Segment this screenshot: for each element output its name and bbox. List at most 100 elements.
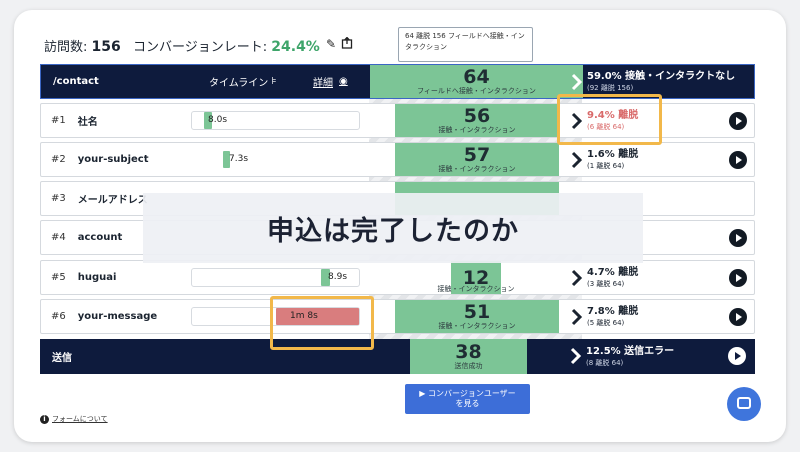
field-count-block: 51 接触・インタラクション	[395, 300, 559, 333]
play-icon[interactable]	[728, 347, 746, 365]
field-count: 57	[463, 144, 491, 166]
field-name: account	[77, 232, 123, 243]
timeline-track: 8.0s	[191, 111, 360, 130]
timeline-time: 8.9s	[328, 272, 348, 282]
play-circle-icon: ▶	[419, 389, 428, 398]
field-name: huguai	[77, 272, 117, 283]
field-index: #4	[51, 232, 66, 243]
submit-count: 38	[455, 341, 482, 363]
field-count-label: 接触・インタラクション	[438, 126, 516, 134]
field-index: #6	[51, 311, 66, 322]
play-icon[interactable]	[729, 308, 747, 326]
field-drop-main: 1.6% 離脱	[587, 148, 639, 160]
field-label: #4 account	[51, 221, 122, 254]
submit-right-small: (8 離脱 64)	[586, 358, 624, 367]
play-icon[interactable]	[729, 269, 747, 287]
field-row[interactable]: #2 your-subject 7.3s 57 接触・インタラクション 1.6%…	[40, 142, 755, 177]
field-label: #3 メールアドレス	[51, 182, 148, 215]
field-count-label: 接触・インタラクション	[438, 165, 516, 173]
page-count-block: 64 フィールドへ接触・インタラクション	[370, 65, 583, 98]
about-form-label: フォームについて	[52, 415, 108, 423]
field-drop-text: 4.7% 離脱 (3 離脱 64)	[587, 261, 638, 294]
field-name: 社名	[77, 117, 98, 128]
field-label: #6 your-message	[51, 300, 157, 333]
field-count-label: 接触・インタラクション	[437, 285, 515, 293]
detail-link[interactable]: 詳細 ◉	[313, 65, 348, 98]
field-row[interactable]: #5 huguai 8.9s 12 接触・インタラクション 4.7% 離脱 (3…	[40, 260, 755, 295]
field-name: your-message	[77, 311, 158, 322]
play-icon[interactable]	[729, 151, 747, 169]
field-drop-text: 7.8% 離脱 (5 離脱 64)	[587, 300, 638, 333]
timeline-time: 7.3s	[229, 154, 249, 164]
timeline-track: 8.9s	[191, 268, 360, 287]
timeline-time: 8.0s	[208, 115, 228, 125]
field-name: メールアドレス	[77, 195, 148, 206]
page-count-label: フィールドへ接触・インタラクション	[417, 87, 536, 95]
info-icon: i	[40, 414, 49, 424]
about-form-link[interactable]: i フォームについて	[40, 414, 108, 424]
field-label: #2 your-subject	[51, 143, 149, 176]
timeline-icon: ⊧	[271, 76, 277, 87]
export-icon[interactable]	[340, 36, 354, 51]
chat-launcher-button[interactable]	[727, 387, 761, 421]
detail-label: 詳細	[313, 78, 333, 89]
chevron-right-icon	[570, 347, 582, 365]
field-count-block: 56 接触・インタラクション	[395, 104, 559, 137]
highlight-box-time	[270, 296, 374, 350]
field-drop-small: (1 離脱 64)	[587, 161, 625, 170]
field-label: #1 社名	[51, 104, 98, 137]
submit-label: 送信	[52, 353, 72, 364]
page-path: /contact	[53, 76, 99, 87]
field-drop-main: 7.8% 離脱	[587, 305, 639, 317]
field-drop-small: (3 離脱 64)	[587, 279, 625, 288]
tooltip: 64 離脱 156 フィールドへ接触・イン タラクション	[398, 27, 533, 62]
visits-metric: 訪問数: 156	[44, 36, 121, 55]
tooltip-line2: タラクション	[405, 43, 447, 51]
field-drop-main: 4.7% 離脱	[587, 266, 639, 278]
field-row[interactable]: #6 your-message 1m 8s 51 接触・インタラクション 7.8…	[40, 299, 755, 334]
play-icon[interactable]	[729, 112, 747, 130]
visits-value: 156	[91, 39, 121, 55]
chevron-right-icon	[571, 73, 583, 91]
eye-icon: ◉	[339, 76, 348, 87]
chat-icon	[737, 397, 751, 409]
field-index: #2	[51, 154, 66, 165]
chevron-right-icon	[571, 269, 583, 287]
cta-line1: ▶ コンバージョンユーザー	[419, 389, 515, 399]
page-right-small: (92 離脱 156)	[587, 83, 634, 92]
form-analytics-card: 訪問数: 156 コンバージョンレート: 24.4% ✎ 64 離脱 156 フ…	[14, 10, 786, 442]
field-drop-text: 1.6% 離脱 (1 離脱 64)	[587, 143, 638, 176]
conversion-value: 24.4%	[271, 39, 320, 55]
field-index: #5	[51, 272, 66, 283]
conversion-label: コンバージョンレート:	[133, 40, 268, 55]
view-conversion-users-button[interactable]: ▶ コンバージョンユーザー を見る	[405, 384, 530, 414]
page-count: 64	[463, 66, 490, 88]
timeline-label: タイムライン	[209, 78, 269, 89]
chevron-right-icon	[571, 151, 583, 169]
highlight-box-drop	[557, 94, 662, 145]
field-name: your-subject	[77, 154, 149, 165]
page-right-main: 59.0% 接触・インタラクトなし	[587, 70, 736, 82]
submit-right-main: 12.5% 送信エラー	[586, 345, 675, 357]
pencil-icon[interactable]: ✎	[324, 37, 338, 51]
submit-right-text: 12.5% 送信エラー (8 離脱 64)	[586, 339, 674, 374]
submit-count-label: 送信成功	[454, 362, 483, 370]
submit-count-block: 38 送信成功	[410, 339, 527, 374]
cta-label-1: コンバージョンユーザー	[428, 389, 516, 398]
visits-label: 訪問数:	[44, 40, 88, 55]
conversion-metric: コンバージョンレート: 24.4%	[133, 36, 320, 55]
timeline-toggle[interactable]: タイムライン ⊧	[209, 65, 277, 98]
field-count: 51	[463, 301, 491, 323]
tooltip-line1: 64 離脱 156 フィールドへ接触・イン	[405, 32, 525, 40]
play-icon[interactable]	[729, 229, 747, 247]
field-count: 56	[463, 105, 491, 127]
overlay-caption: 申込は完了したのか	[143, 193, 643, 263]
field-index: #1	[51, 115, 66, 126]
field-label: #5 huguai	[51, 261, 116, 294]
field-index: #3	[51, 193, 66, 204]
chevron-right-icon	[571, 308, 583, 326]
submit-row[interactable]: 送信 38 送信成功 12.5% 送信エラー (8 離脱 64)	[40, 339, 755, 374]
field-drop-small: (5 離脱 64)	[587, 318, 625, 327]
field-count-block: 57 接触・インタラクション	[395, 143, 559, 176]
cta-label-2: を見る	[455, 399, 480, 408]
